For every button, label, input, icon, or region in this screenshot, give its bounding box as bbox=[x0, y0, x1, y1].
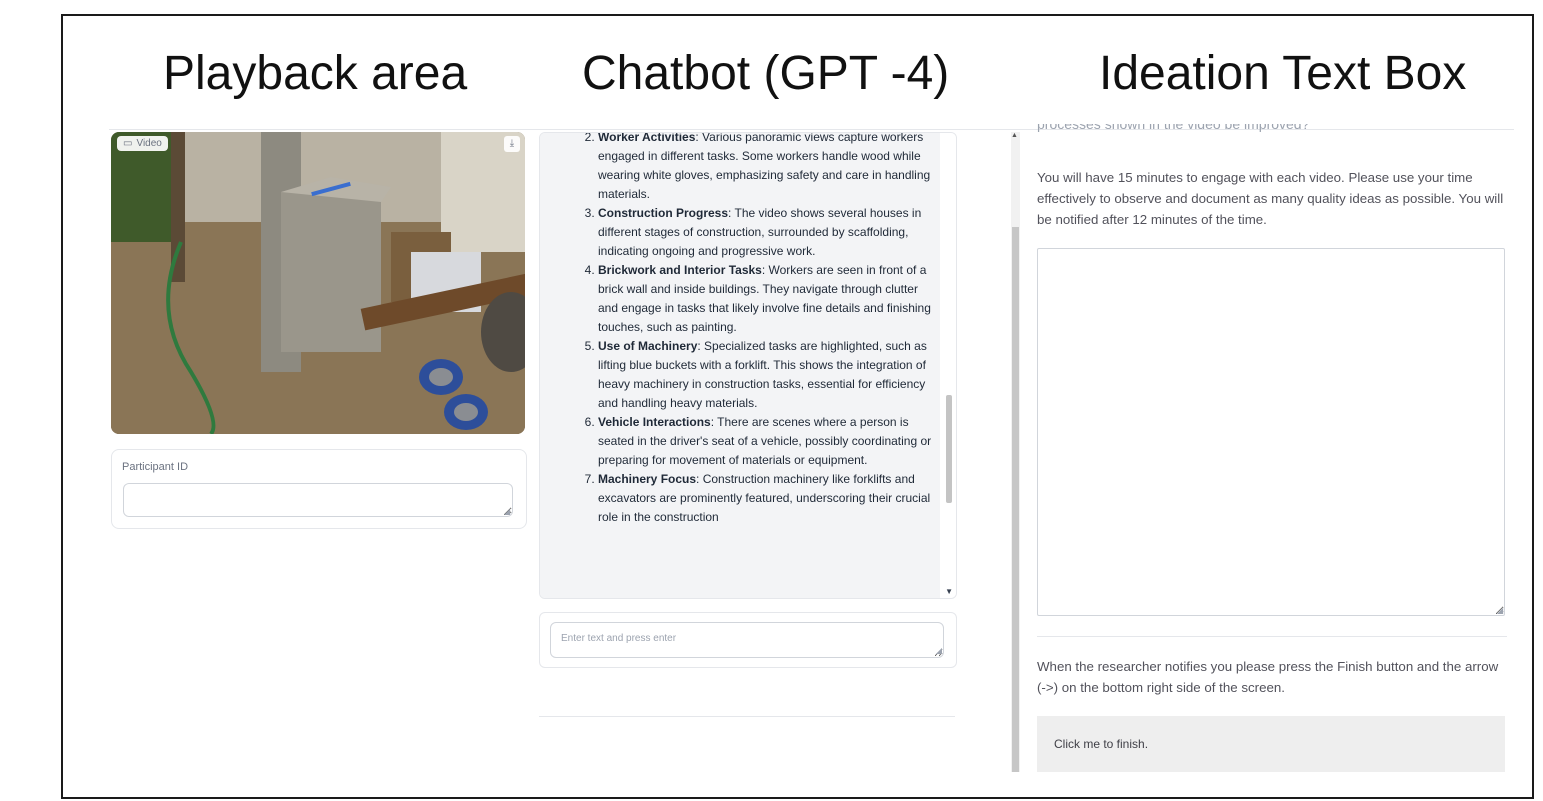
chat-list-item: Use of Machinery: Specialized tasks are … bbox=[598, 337, 932, 413]
chat-divider bbox=[539, 716, 955, 717]
chat-history[interactable]: Worker Activities: Various panoramic vie… bbox=[539, 132, 957, 599]
ideation-prompt-cut-label: processes shown in the video be improved… bbox=[1037, 124, 1310, 132]
chat-list-item-title: Construction Progress bbox=[598, 206, 729, 220]
ideation-scrollbar-thumb[interactable] bbox=[1012, 227, 1019, 772]
video-camera-icon: ▭ bbox=[123, 138, 133, 149]
video-label: Video bbox=[136, 138, 162, 149]
video-frame-image bbox=[111, 132, 525, 434]
heading-ideation-text-box: Ideation Text Box bbox=[1099, 47, 1467, 100]
chat-list-item-title: Worker Activities bbox=[598, 133, 696, 144]
video-player[interactable]: ▭ Video ⤓ bbox=[111, 132, 525, 434]
ideation-instructions: You will have 15 minutes to engage with … bbox=[1037, 170, 1504, 227]
finish-instructions: When the researcher notifies you please … bbox=[1037, 659, 1499, 695]
chat-bot-message: Worker Activities: Various panoramic vie… bbox=[540, 133, 940, 598]
chat-list-item-title: Use of Machinery bbox=[598, 339, 698, 353]
participant-id-label: Participant ID bbox=[122, 461, 189, 473]
chat-list-item-title: Vehicle Interactions bbox=[598, 415, 711, 429]
chat-input-card: ◢ bbox=[539, 612, 957, 668]
participant-id-input[interactable] bbox=[123, 483, 513, 517]
chat-list-item-title: Brickwork and Interior Tasks bbox=[598, 263, 762, 277]
chat-scrollbar-thumb[interactable] bbox=[946, 395, 952, 503]
participant-id-card: Participant ID ◢ bbox=[111, 449, 527, 529]
chat-list-item: Construction Progress: The video shows s… bbox=[598, 204, 932, 261]
ideation-divider bbox=[1037, 636, 1507, 637]
ideation-scrollbar[interactable]: ▲ bbox=[1011, 132, 1020, 772]
chat-list-item: Vehicle Interactions: There are scenes w… bbox=[598, 413, 932, 470]
heading-playback-area: Playback area bbox=[163, 47, 468, 100]
chat-list-item: Machinery Focus: Construction machinery … bbox=[598, 470, 932, 527]
download-icon[interactable]: ⤓ bbox=[504, 136, 520, 152]
heading-chatbot: Chatbot (GPT -4) bbox=[582, 47, 950, 100]
chat-scrollbar[interactable]: ▼ bbox=[942, 133, 956, 598]
chat-input-resize-icon[interactable]: ◢ bbox=[936, 646, 942, 655]
chat-list-item-title: Machinery Focus bbox=[598, 472, 697, 486]
resize-handle-icon[interactable]: ◢ bbox=[504, 507, 510, 516]
chat-message-list: Worker Activities: Various panoramic vie… bbox=[540, 133, 940, 527]
scroll-up-arrow-icon[interactable]: ▲ bbox=[1011, 132, 1018, 139]
scroll-down-arrow-icon[interactable]: ▼ bbox=[945, 587, 953, 596]
video-label-badge: ▭ Video bbox=[117, 136, 168, 151]
chat-input[interactable] bbox=[550, 622, 944, 658]
finish-button[interactable]: Click me to finish. bbox=[1037, 716, 1505, 772]
ideation-resize-icon[interactable]: ◢ bbox=[1497, 606, 1503, 615]
chat-list-item: Brickwork and Interior Tasks: Workers ar… bbox=[598, 261, 932, 337]
chat-list-item: Worker Activities: Various panoramic vie… bbox=[598, 133, 932, 204]
ideation-prompt-cut-text: processes shown in the video be improved… bbox=[1037, 124, 1507, 134]
screenshot-frame: Playback area Chatbot (GPT -4) Ideation … bbox=[61, 14, 1534, 799]
ideation-text-box[interactable] bbox=[1037, 248, 1505, 616]
